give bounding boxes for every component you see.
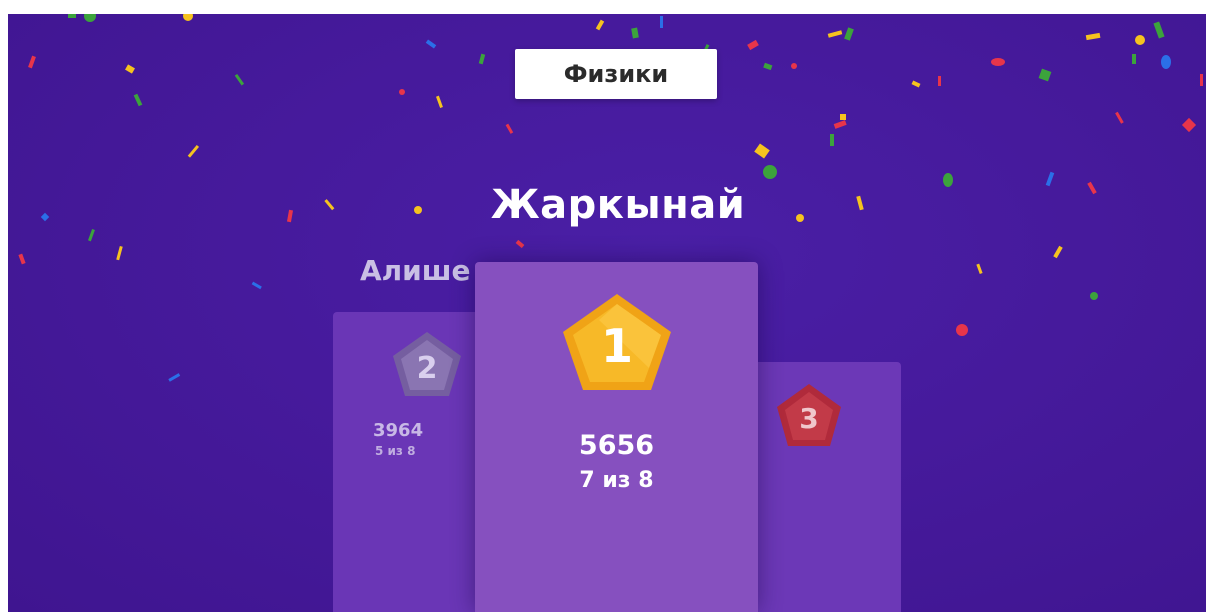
rank-2-pentagon-icon: 2	[393, 332, 461, 396]
third-place-podium: 3	[743, 362, 901, 612]
first-place-progress: 7 из 8	[579, 468, 654, 493]
rank-2-number: 2	[417, 351, 438, 386]
quiz-title-card: Физики	[515, 49, 717, 99]
quiz-title: Физики	[563, 60, 669, 88]
rank-1-number: 1	[601, 319, 633, 373]
first-place-name: Жаркынай	[490, 182, 746, 228]
first-place-score: 5656	[578, 430, 655, 461]
second-place-name: Алише	[360, 254, 471, 287]
rank-3-number: 3	[799, 402, 818, 435]
rank-1-pentagon-icon: 1	[563, 294, 671, 390]
rank-3-pentagon-icon: 3	[777, 384, 841, 446]
second-place-podium: 2 3964 5 из 8	[333, 312, 493, 612]
first-place-podium: 1 5656 7 из 8	[475, 262, 758, 612]
second-place-score: 3964	[373, 420, 424, 441]
second-place-progress: 5 из 8	[375, 444, 416, 458]
results-stage: Физики Жаркынай Алише 2 3964 5 из 8 3 1 …	[8, 14, 1206, 612]
